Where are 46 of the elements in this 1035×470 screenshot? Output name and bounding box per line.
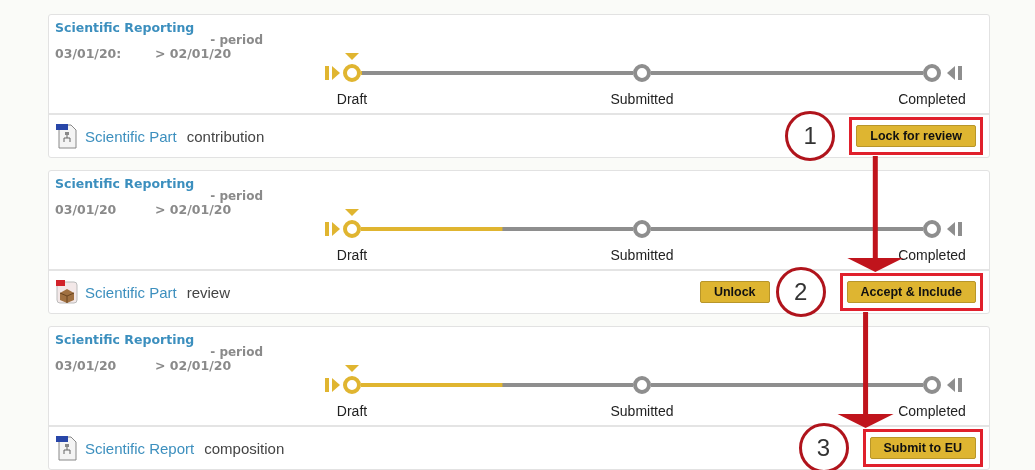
- period-label: - period: [210, 346, 263, 359]
- end-date: > 02/01/20: [155, 203, 232, 217]
- end-date: > 02/01/20: [155, 47, 232, 61]
- document-link[interactable]: Scientific Report: [85, 439, 195, 457]
- document-type: contribution: [186, 127, 265, 145]
- step-number-badge: 1: [785, 111, 836, 161]
- stage-label: Submitted: [610, 403, 674, 419]
- stage-label: Submitted: [610, 247, 674, 263]
- period-label: - period: [210, 190, 263, 203]
- end-marker-icon: [947, 378, 962, 392]
- end-marker-icon: [947, 66, 962, 80]
- report-title: Scientific Reporting: [55, 176, 195, 191]
- action-button[interactable]: Lock for review: [856, 125, 976, 147]
- document-link[interactable]: Scientific Part: [85, 127, 177, 145]
- stage-label: Draft: [336, 403, 368, 419]
- document-type: composition: [204, 439, 285, 457]
- start-marker-icon: [325, 222, 340, 236]
- start-marker-icon: [325, 378, 340, 392]
- report-title: Scientific Reporting: [55, 20, 195, 35]
- step-number-badge: 3: [798, 423, 849, 470]
- period-label: - period: [210, 34, 263, 47]
- action-button[interactable]: Accept & Include: [846, 281, 976, 303]
- package-icon: [55, 279, 79, 305]
- current-stage-marker-icon: [345, 209, 359, 216]
- end-date: > 02/01/20: [155, 359, 232, 373]
- current-stage-marker-icon: [345, 53, 359, 60]
- document-link[interactable]: Scientific Part: [85, 283, 177, 301]
- report-title: Scientific Reporting: [55, 332, 195, 347]
- action-button[interactable]: Unlock: [699, 281, 770, 303]
- stage-label: Draft: [336, 247, 368, 263]
- start-marker-icon: [325, 66, 340, 80]
- stage-label: Draft: [336, 91, 368, 107]
- end-marker-icon: [947, 222, 962, 236]
- document-diagram-icon: [55, 123, 79, 149]
- stage-label: Completed: [898, 403, 966, 419]
- step-number-badge: 2: [775, 267, 826, 317]
- current-stage-marker-icon: [345, 365, 359, 372]
- document-type: review: [186, 283, 231, 301]
- stage-label: Completed: [898, 91, 966, 107]
- start-date: 03/01/20: [55, 359, 118, 373]
- stage-label: Submitted: [610, 91, 674, 107]
- action-button[interactable]: Submit to EU: [869, 437, 976, 459]
- document-diagram-icon: [55, 435, 79, 461]
- start-date: 03/01/20:: [55, 47, 123, 61]
- stage-label: Completed: [898, 247, 966, 263]
- start-date: 03/01/20: [55, 203, 118, 217]
